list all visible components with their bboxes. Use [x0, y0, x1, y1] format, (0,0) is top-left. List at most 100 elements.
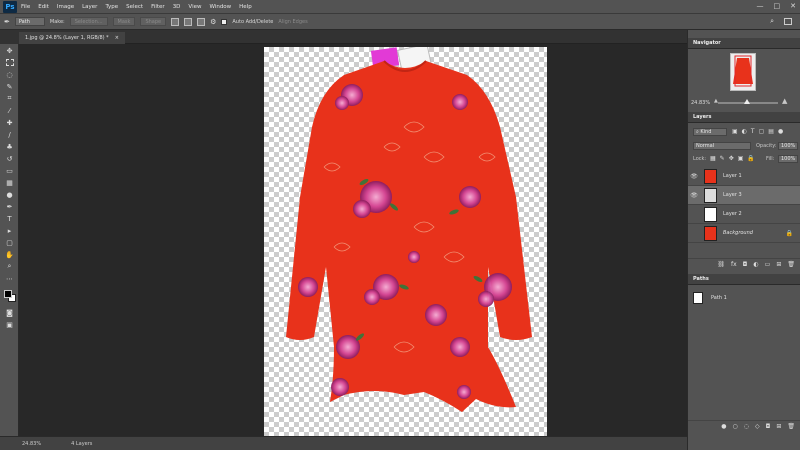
layer-row-layer-2[interactable]: Layer 2	[688, 205, 800, 224]
visibility-eye-icon[interactable]: 👁	[688, 192, 700, 199]
quick-mask-icon[interactable]: ◙	[4, 308, 15, 317]
layer-row-layer-1[interactable]: 👁 Layer 1	[688, 167, 800, 186]
navigator-zoom-value[interactable]: 24.83%	[691, 100, 710, 106]
visibility-eye-icon[interactable]: 👁	[688, 173, 700, 180]
path-operations-icon[interactable]	[171, 17, 180, 26]
document-tab[interactable]: 1.jpg @ 24.8% (Layer 1, RGB/8) * ×	[19, 32, 125, 44]
lock-transparent-icon[interactable]: ▦	[710, 155, 716, 162]
close-icon[interactable]: ✕	[790, 2, 796, 10]
menu-image[interactable]: Image	[53, 4, 78, 10]
eyedropper-tool-icon[interactable]: ⁄	[4, 106, 15, 115]
quick-selection-tool-icon[interactable]: ✎	[4, 82, 15, 91]
layer-row-background[interactable]: Background 🔒	[688, 224, 800, 243]
make-mask-button[interactable]: Mask	[112, 17, 136, 26]
move-tool-icon[interactable]: ✥	[4, 46, 15, 55]
dodge-tool-icon[interactable]: ●	[4, 190, 15, 199]
gradient-tool-icon[interactable]: ▦	[4, 178, 15, 187]
hand-tool-icon[interactable]: ✋	[4, 250, 15, 259]
menu-3d[interactable]: 3D	[169, 4, 185, 10]
navigator-panel-header[interactable]: Navigator	[688, 38, 800, 49]
load-selection-icon[interactable]: ◌	[744, 423, 749, 430]
layer-row-layer-3[interactable]: 👁 Layer 3	[688, 186, 800, 205]
filter-adjustment-icon[interactable]: ◐	[742, 128, 747, 135]
filter-pixel-icon[interactable]: ▣	[732, 128, 738, 135]
lasso-tool-icon[interactable]: ◌	[4, 70, 15, 79]
navigator-slider-handle[interactable]	[744, 99, 750, 104]
menu-window[interactable]: Window	[205, 4, 235, 10]
more-tools-icon[interactable]: ⋯	[4, 274, 15, 283]
layers-panel-header[interactable]: Layers	[688, 112, 800, 123]
brush-tool-icon[interactable]: /	[4, 130, 15, 139]
add-mask-icon[interactable]: ◘	[743, 261, 748, 268]
adjustment-layer-icon[interactable]: ◐	[753, 261, 758, 268]
layer-thumbnail	[704, 168, 717, 184]
minimize-icon[interactable]: —	[757, 2, 764, 10]
tool-mode-select[interactable]: Path	[14, 17, 45, 26]
lock-pixels-icon[interactable]: ✎	[720, 155, 725, 162]
screen-mode-icon[interactable]: ▣	[4, 320, 15, 329]
make-selection-button[interactable]: Selection...	[69, 17, 108, 26]
canvas-area[interactable]	[19, 43, 687, 438]
zoom-in-icon[interactable]: ▲	[782, 97, 787, 105]
make-work-path-icon[interactable]: ◇	[755, 423, 760, 430]
menu-file[interactable]: File	[17, 4, 34, 10]
layer-thumbnail	[704, 225, 717, 241]
stroke-path-icon[interactable]: ○	[732, 423, 737, 430]
zoom-out-icon[interactable]: ▲	[714, 98, 718, 104]
auto-add-delete-checkbox[interactable]	[221, 18, 228, 25]
search-icon[interactable]: ⌕	[770, 17, 774, 26]
link-layers-icon[interactable]: ⛓	[717, 261, 725, 268]
menu-view[interactable]: View	[184, 4, 205, 10]
layer-filter-select[interactable]: ⌕ Kind	[693, 128, 727, 136]
opacity-field[interactable]: 100%	[778, 142, 798, 150]
document-canvas[interactable]	[264, 43, 547, 438]
delete-layer-icon[interactable]: 🗑	[787, 261, 795, 268]
lock-artboard-icon[interactable]: ▣	[738, 155, 744, 162]
path-arrangement-icon[interactable]	[197, 17, 206, 26]
menu-edit[interactable]: Edit	[34, 4, 53, 10]
gear-icon[interactable]: ⚙	[210, 18, 216, 26]
menu-layer[interactable]: Layer	[78, 4, 101, 10]
menu-select[interactable]: Select	[122, 4, 147, 10]
lock-position-icon[interactable]: ✥	[729, 155, 734, 162]
healing-brush-tool-icon[interactable]: ✚	[4, 118, 15, 127]
clone-stamp-tool-icon[interactable]: ♣	[4, 142, 15, 151]
filter-shape-icon[interactable]: ▢	[759, 128, 765, 135]
crop-tool-icon[interactable]: ⌗	[4, 94, 15, 103]
zoom-level[interactable]: 24.83%	[22, 441, 41, 447]
filter-toggle-icon[interactable]: ●	[778, 128, 783, 135]
new-layer-icon[interactable]: ⊞	[776, 261, 781, 268]
path-alignment-icon[interactable]	[184, 17, 193, 26]
foreground-color-swatch[interactable]	[4, 290, 12, 298]
marquee-tool-icon[interactable]	[4, 58, 15, 67]
history-brush-tool-icon[interactable]: ↺	[4, 154, 15, 163]
menu-help[interactable]: Help	[235, 4, 256, 10]
delete-path-icon[interactable]: 🗑	[787, 423, 795, 430]
layer-style-icon[interactable]: fx	[731, 261, 737, 268]
fill-field[interactable]: 100%	[778, 155, 798, 163]
maximize-icon[interactable]: □	[774, 2, 781, 10]
path-row[interactable]: Path 1	[688, 288, 800, 307]
make-shape-button[interactable]: Shape	[140, 17, 167, 26]
blend-mode-select[interactable]: Normal	[693, 142, 751, 150]
zoom-tool-icon[interactable]: ⌕	[4, 262, 15, 271]
menu-filter[interactable]: Filter	[147, 4, 169, 10]
paths-panel-header[interactable]: Paths	[688, 274, 800, 285]
lock-all-icon[interactable]: 🔒	[747, 155, 754, 162]
filter-smart-icon[interactable]: ▤	[768, 128, 774, 135]
navigator-thumbnail[interactable]	[730, 53, 756, 91]
eraser-tool-icon[interactable]: ▭	[4, 166, 15, 175]
pen-tool-icon[interactable]: ✒	[4, 202, 15, 211]
add-mask-icon[interactable]: ◘	[766, 423, 771, 430]
pen-tool-preset-icon[interactable]: ✒	[4, 18, 10, 26]
close-tab-icon[interactable]: ×	[115, 35, 119, 41]
filter-type-icon[interactable]: T	[751, 128, 755, 135]
shape-tool-icon[interactable]: ▢	[4, 238, 15, 247]
new-path-icon[interactable]: ⊞	[776, 423, 781, 430]
menu-type[interactable]: Type	[101, 4, 122, 10]
new-group-icon[interactable]: ▭	[765, 261, 771, 268]
type-tool-icon[interactable]: T	[4, 214, 15, 223]
path-selection-tool-icon[interactable]: ▸	[4, 226, 15, 235]
fill-path-icon[interactable]: ●	[721, 423, 726, 430]
workspace-icon[interactable]	[784, 18, 792, 25]
